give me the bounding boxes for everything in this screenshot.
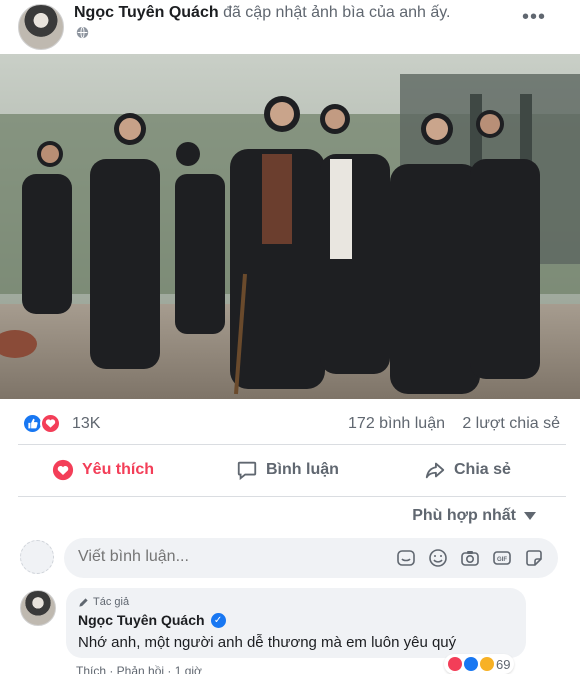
comment-reactions[interactable]: 69 xyxy=(444,654,515,674)
svg-text:GIF: GIF xyxy=(497,557,507,563)
cover-photo-image xyxy=(0,54,580,399)
comment-input[interactable] xyxy=(78,548,378,566)
love-icon xyxy=(448,657,462,671)
reactions-summary: 13K 172 bình luận 2 lượt chia sẻ xyxy=(0,405,580,443)
love-reaction-button[interactable]: Yêu thích xyxy=(52,459,154,481)
author-badge-label: Tác giả xyxy=(93,596,130,608)
chevron-down-icon xyxy=(524,512,536,520)
like-icon xyxy=(464,657,478,671)
comment-count[interactable]: 172 bình luận xyxy=(348,415,445,433)
comment-composer[interactable]: GIF xyxy=(64,538,558,578)
love-button-label: Yêu thích xyxy=(82,461,155,478)
share-icon xyxy=(425,462,445,479)
globe-icon xyxy=(76,26,89,39)
love-icon xyxy=(40,413,61,434)
comment-bubble: Tác giả Ngọc Tuyên Quách ✓ Nhớ anh, một … xyxy=(66,588,526,658)
author-badge: Tác giả xyxy=(78,596,129,608)
divider xyxy=(18,496,566,497)
post-title: Ngọc Tuyên Quách đã cập nhật ảnh bìa của… xyxy=(74,4,451,22)
comment-footer[interactable]: Thích · Phản hồi · 1 giờ xyxy=(76,664,202,674)
comment-reaction-count: 69 xyxy=(496,656,511,672)
composer-tools: GIF xyxy=(396,548,544,568)
sticker-icon[interactable] xyxy=(396,548,416,568)
post-action-text: đã cập nhật ảnh bìa của anh ấy. xyxy=(223,4,451,21)
comment-sort-dropdown[interactable]: Phù hợp nhất xyxy=(412,507,536,525)
comment-author: Ngọc Tuyên Quách ✓ xyxy=(78,612,226,628)
current-user-avatar xyxy=(20,540,54,574)
share-button[interactable]: Chia sẻ xyxy=(424,459,511,481)
author-name[interactable]: Ngọc Tuyên Quách xyxy=(74,4,219,21)
reaction-count[interactable]: 13K xyxy=(72,415,100,433)
emoji-icon[interactable] xyxy=(428,548,448,568)
more-options-button[interactable]: ••• xyxy=(522,6,546,29)
share-count[interactable]: 2 lượt chia sẻ xyxy=(462,415,560,433)
reaction-icons[interactable] xyxy=(22,413,68,435)
gif-icon[interactable]: GIF xyxy=(492,548,512,568)
comment-button-label: Bình luận xyxy=(266,461,339,478)
comment-author-name[interactable]: Ngọc Tuyên Quách xyxy=(78,612,205,628)
post-meta xyxy=(76,26,89,39)
sticker-smile-icon[interactable] xyxy=(524,548,544,568)
heart-icon xyxy=(52,459,74,481)
post-header: Ngọc Tuyên Quách đã cập nhật ảnh bìa của… xyxy=(0,0,580,54)
comment-text: Nhớ anh, một người anh dễ thương mà em l… xyxy=(78,634,457,651)
comment-button[interactable]: Bình luận xyxy=(236,459,339,481)
verified-badge-icon: ✓ xyxy=(210,612,226,628)
sort-label: Phù hợp nhất xyxy=(412,507,516,524)
share-button-label: Chia sẻ xyxy=(454,461,511,478)
cover-photo[interactable] xyxy=(0,54,580,399)
camera-icon[interactable] xyxy=(460,548,480,568)
comment-icon xyxy=(237,461,257,481)
commenter-avatar[interactable] xyxy=(20,590,56,626)
sad-icon xyxy=(480,657,494,671)
divider xyxy=(18,444,566,445)
author-avatar[interactable] xyxy=(18,4,64,50)
post-actions: Yêu thích Bình luận Chia sẻ xyxy=(0,451,580,493)
pencil-icon xyxy=(79,597,88,607)
